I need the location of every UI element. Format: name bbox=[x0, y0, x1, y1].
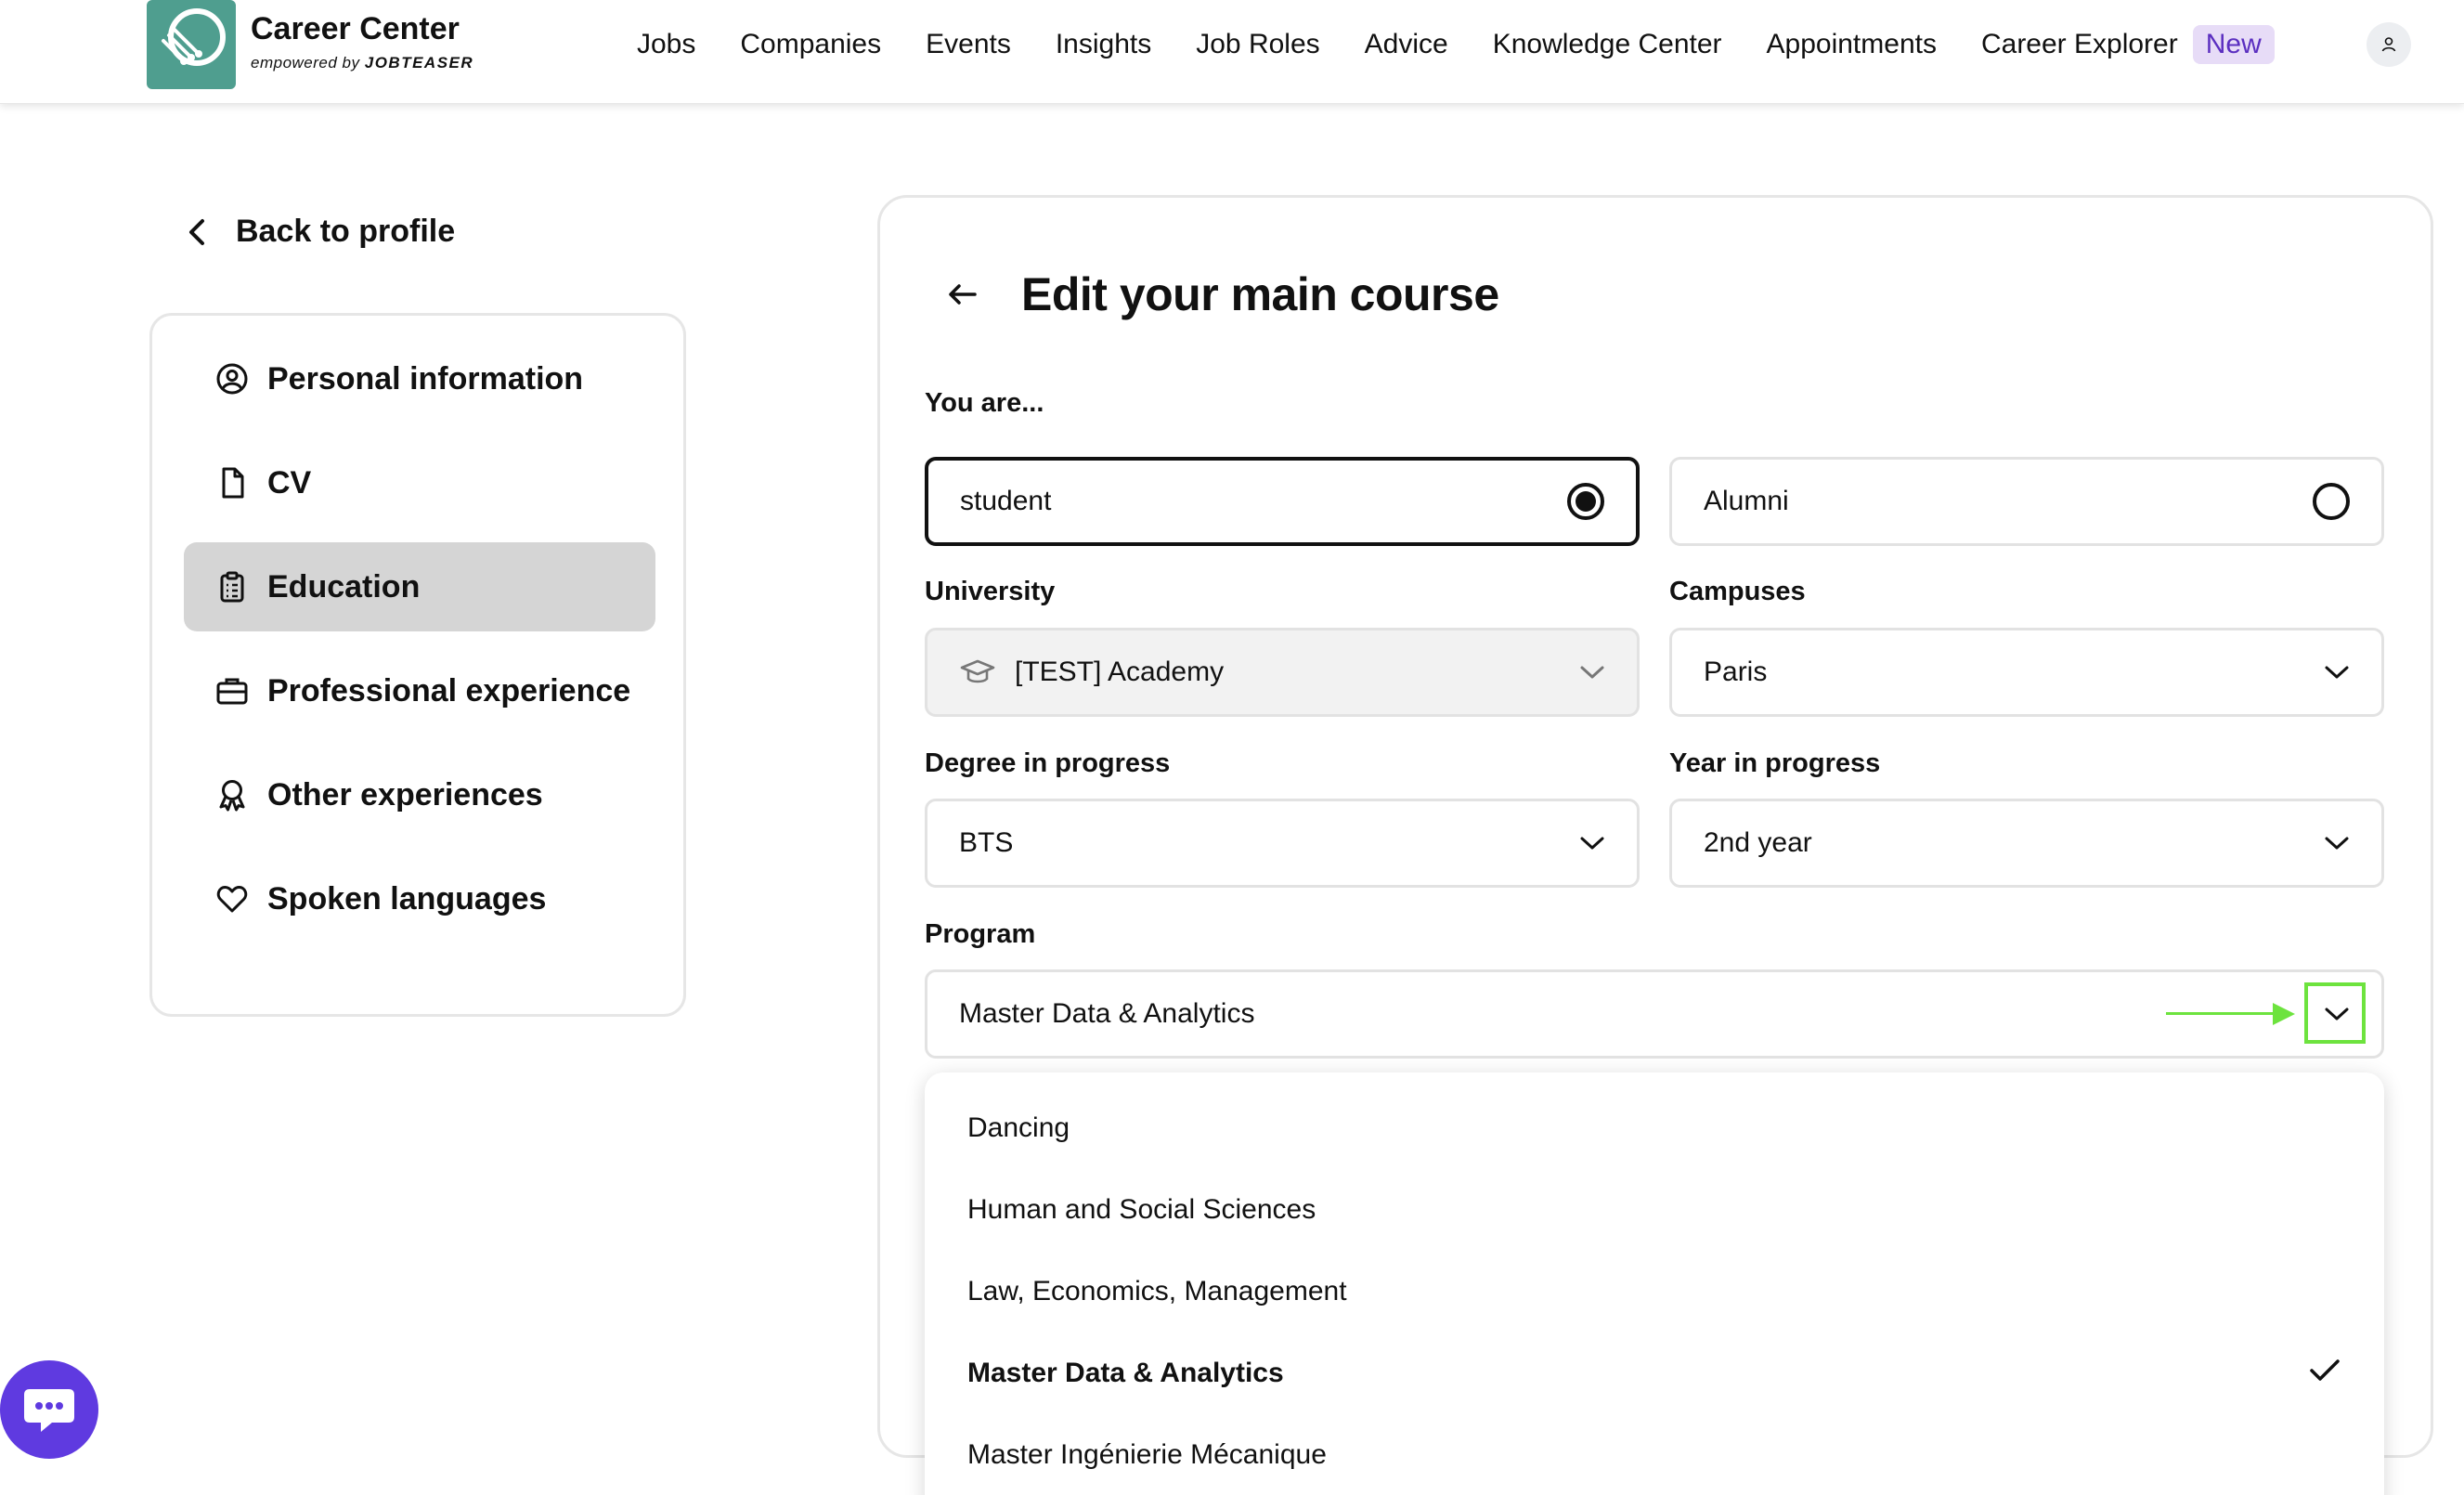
new-badge: New bbox=[2192, 25, 2275, 64]
user-avatar-button[interactable] bbox=[2367, 22, 2411, 67]
sidebar-item-cv[interactable]: CV bbox=[184, 438, 655, 527]
university-value: [TEST] Academy bbox=[1015, 656, 1225, 687]
dropdown-option-label: Law, Economics, Management bbox=[967, 1276, 1347, 1306]
arrow-left-icon[interactable] bbox=[947, 283, 977, 306]
annotation-highlight-box bbox=[2304, 982, 2366, 1044]
year-select[interactable]: 2nd year bbox=[1669, 799, 2384, 888]
campuses-select[interactable]: Paris bbox=[1669, 628, 2384, 717]
status-option-label: student bbox=[960, 486, 1052, 516]
briefcase-icon bbox=[215, 674, 249, 708]
degree-select[interactable]: BTS bbox=[925, 799, 1640, 888]
university-label: University bbox=[925, 577, 1056, 606]
dropdown-option[interactable]: Human and Social Sciences bbox=[967, 1182, 2341, 1238]
nav-events[interactable]: Events bbox=[926, 29, 1011, 60]
campuses-label: Campuses bbox=[1669, 577, 1806, 606]
campuses-value: Paris bbox=[1704, 656, 1768, 687]
degree-label: Degree in progress bbox=[925, 748, 1171, 778]
university-select[interactable]: [TEST] Academy bbox=[925, 628, 1640, 717]
dropdown-option-label: Human and Social Sciences bbox=[967, 1194, 1316, 1225]
brand-sub-prefix: empowered by bbox=[251, 54, 360, 72]
sidebar-item-other-experiences[interactable]: Other experiences bbox=[184, 750, 655, 839]
dropdown-option[interactable]: Dancing bbox=[967, 1100, 2341, 1156]
dropdown-option[interactable]: Master Ingénierie Mécanique bbox=[967, 1427, 2341, 1483]
dropdown-option-label: Master Data & Analytics bbox=[967, 1358, 1284, 1388]
sidebar-item-label: Spoken languages bbox=[267, 880, 547, 916]
user-icon bbox=[2381, 37, 2396, 52]
document-icon bbox=[215, 466, 249, 500]
degree-value: BTS bbox=[959, 827, 1014, 858]
nav-advice[interactable]: Advice bbox=[1365, 29, 1448, 60]
program-dropdown-menu: Dancing Human and Social Sciences Law, E… bbox=[925, 1072, 2384, 1495]
page-title: Edit your main course bbox=[1021, 268, 1499, 320]
checkmark-icon bbox=[2310, 1359, 2340, 1381]
annotation-arrow-line bbox=[2166, 1012, 2277, 1015]
dropdown-option-selected[interactable]: Master Data & Analytics bbox=[967, 1346, 2341, 1401]
status-option-student[interactable]: student bbox=[925, 457, 1640, 546]
sidebar-item-label: Other experiences bbox=[267, 776, 543, 812]
sidebar-item-label: Education bbox=[267, 568, 421, 604]
annotation-arrow-head bbox=[2273, 1003, 2295, 1025]
logo-mark-icon bbox=[162, 8, 226, 66]
top-header: Career Center empowered by JOBTEASER Job… bbox=[0, 0, 2464, 104]
nav-job-roles[interactable]: Job Roles bbox=[1196, 29, 1319, 60]
nav-knowledge-center[interactable]: Knowledge Center bbox=[1493, 29, 1722, 60]
back-to-profile-link[interactable]: Back to profile bbox=[186, 214, 455, 250]
sidebar-item-label: Professional experience bbox=[267, 672, 631, 708]
status-option-alumni[interactable]: Alumni bbox=[1669, 457, 2384, 546]
award-icon bbox=[215, 778, 249, 812]
nav-companies[interactable]: Companies bbox=[740, 29, 881, 60]
chat-widget-button[interactable] bbox=[0, 1360, 98, 1459]
brand-sub-name: JOBTEASER bbox=[364, 54, 474, 72]
sidebar-item-education[interactable]: Education bbox=[184, 542, 655, 631]
chevron-left-icon bbox=[189, 218, 204, 245]
clipboard-icon bbox=[215, 570, 249, 604]
you-are-label: You are... bbox=[925, 388, 1044, 418]
sidebar-item-label: Personal information bbox=[267, 360, 584, 396]
main-nav: Jobs Companies Events Insights Job Roles… bbox=[637, 24, 2275, 65]
year-value: 2nd year bbox=[1704, 827, 1812, 858]
profile-sections-card: Personal information CV Education Profes… bbox=[149, 313, 686, 1017]
nav-career-explorer[interactable]: Career Explorer bbox=[1981, 29, 2178, 60]
status-option-label: Alumni bbox=[1704, 486, 1789, 516]
brand-title: Career Center bbox=[251, 11, 460, 46]
program-value: Master Data & Analytics bbox=[959, 998, 1255, 1029]
nav-jobs[interactable]: Jobs bbox=[637, 29, 695, 60]
chat-bubble-icon bbox=[24, 1389, 74, 1432]
career-center-logo[interactable] bbox=[147, 0, 236, 89]
radio-checked-icon bbox=[1567, 483, 1604, 520]
year-label: Year in progress bbox=[1669, 748, 1881, 778]
chevron-down-icon bbox=[1580, 837, 1604, 850]
program-label: Program bbox=[925, 919, 1036, 949]
chevron-down-icon bbox=[1580, 666, 1604, 679]
dropdown-option-label: Master Ingénierie Mécanique bbox=[967, 1439, 1327, 1470]
sidebar-item-label: CV bbox=[267, 464, 312, 500]
nav-insights[interactable]: Insights bbox=[1056, 29, 1151, 60]
user-circle-icon bbox=[215, 362, 249, 396]
sidebar-item-professional-experience[interactable]: Professional experience bbox=[184, 646, 655, 735]
dropdown-option-label: Dancing bbox=[967, 1112, 1070, 1143]
chevron-down-icon bbox=[2325, 837, 2349, 850]
chevron-down-icon bbox=[2325, 666, 2349, 679]
radio-unchecked-icon bbox=[2313, 483, 2350, 520]
nav-appointments[interactable]: Appointments bbox=[1767, 29, 1937, 60]
form-title-row: Edit your main course bbox=[947, 267, 1499, 321]
sidebar-item-personal-information[interactable]: Personal information bbox=[184, 334, 655, 423]
heart-icon bbox=[215, 882, 249, 916]
back-to-profile-label: Back to profile bbox=[236, 214, 456, 249]
brand-subtitle: empowered by JOBTEASER bbox=[251, 54, 473, 72]
graduation-cap-icon bbox=[960, 659, 995, 683]
dropdown-option[interactable]: Law, Economics, Management bbox=[967, 1264, 2341, 1320]
sidebar-item-spoken-languages[interactable]: Spoken languages bbox=[184, 854, 655, 943]
